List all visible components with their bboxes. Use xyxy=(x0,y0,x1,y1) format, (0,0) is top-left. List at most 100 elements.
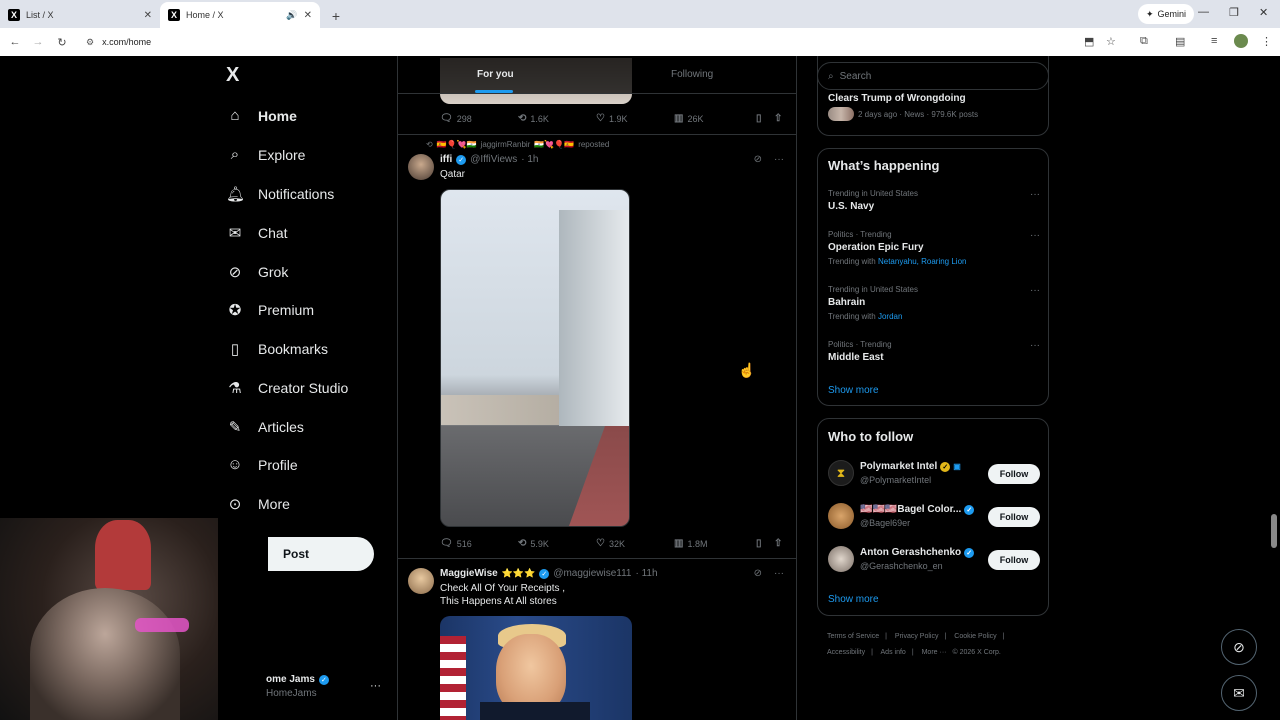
page-scrollbar[interactable] xyxy=(1271,514,1277,548)
like-button[interactable]: ♡ 32K xyxy=(596,538,625,549)
nav-explore[interactable]: ⌕ Explore xyxy=(226,146,306,163)
follow-suggestion[interactable]: Anton Gerashchenko ✓ @Gerashchenko_en Fol… xyxy=(828,546,1040,574)
star-icon[interactable]: ☆ xyxy=(1106,35,1116,48)
media-icon[interactable]: ≡ xyxy=(1211,35,1217,47)
reply-button[interactable]: 🗨︎ 298 xyxy=(440,113,472,124)
follow-button[interactable]: Follow xyxy=(988,550,1040,570)
back-icon[interactable]: ← xyxy=(3,36,27,48)
webcam-decoration xyxy=(95,520,151,590)
sidepanel-icon[interactable]: ▤ xyxy=(1175,35,1185,48)
minimize-icon[interactable]: — xyxy=(1198,6,1209,18)
tab-list[interactable]: X List / X ✕ xyxy=(0,2,160,28)
more-icon[interactable]: ··· xyxy=(774,154,784,165)
nav-bookmarks[interactable]: ▯ Bookmarks xyxy=(226,340,328,358)
tweet-author-handle[interactable]: @IffiViews xyxy=(470,154,517,165)
url-field[interactable]: ⚙ x.com/home xyxy=(86,32,1086,52)
follow-button[interactable]: Follow xyxy=(988,464,1040,484)
news-card[interactable]: Clears Trump of Wrongdoing 2 days ago · … xyxy=(817,56,1049,136)
reply-button[interactable]: 🗨︎ 516 xyxy=(440,538,472,549)
tab-home[interactable]: X Home / X 🔊 ✕ xyxy=(160,2,320,28)
tab-close-icon[interactable]: ✕ xyxy=(144,10,152,21)
webcam-glasses xyxy=(135,618,189,632)
follow-suggestion[interactable]: ⧗ Polymarket Intel ✓ ▣ @PolymarketIntel Fo… xyxy=(828,460,1040,488)
nav-creator-studio[interactable]: ⚗ Creator Studio xyxy=(226,379,348,397)
footer-privacy[interactable]: Privacy Policy xyxy=(895,633,939,640)
show-more-link[interactable]: Show more xyxy=(828,385,879,396)
more-icon[interactable]: ··· xyxy=(774,568,784,579)
tweet-text: Check All Of Your Receipts , This Happen… xyxy=(440,582,565,608)
trend-name: U.S. Navy xyxy=(828,201,875,212)
extensions-icon[interactable]: ⧉ xyxy=(1140,35,1148,48)
site-info-icon[interactable]: ⚙ xyxy=(86,37,94,48)
forward-icon[interactable]: → xyxy=(26,36,50,48)
tweet-author-name[interactable]: iffi xyxy=(440,154,452,165)
restore-icon[interactable]: ❐ xyxy=(1229,6,1239,19)
new-tab-button[interactable]: + xyxy=(324,4,348,28)
repost-button[interactable]: ⟲ 1.6K xyxy=(518,113,549,124)
trend-item[interactable]: Trending in United States Bahrain Trendi… xyxy=(828,285,1040,321)
tab-for-you[interactable]: For you xyxy=(477,69,514,80)
tweet-time[interactable]: · 1h xyxy=(521,154,538,165)
share-button[interactable]: ⇧ xyxy=(774,538,782,549)
trend-item[interactable]: Politics · Trending Middle East ··· xyxy=(828,340,1040,363)
follow-button[interactable]: Follow xyxy=(988,507,1040,527)
footer-cookie[interactable]: Cookie Policy xyxy=(954,633,996,640)
grok-float-button[interactable]: ⊘ xyxy=(1221,629,1257,665)
tweet-time[interactable]: · 11h xyxy=(635,568,657,579)
tweet-avatar[interactable] xyxy=(408,154,434,180)
nav-profile[interactable]: ☺ Profile xyxy=(226,456,297,473)
gemini-button[interactable]: ✦ Gemini xyxy=(1137,4,1194,24)
trend-more-icon[interactable]: ··· xyxy=(1030,230,1040,241)
trend-item[interactable]: Trending in United States U.S. Navy ··· xyxy=(828,189,1040,212)
nav-grok[interactable]: ⊘ Grok xyxy=(226,263,289,281)
account-more-icon[interactable]: ··· xyxy=(370,680,381,692)
tweet-video[interactable] xyxy=(440,189,630,527)
reload-icon[interactable]: ↻ xyxy=(50,36,74,49)
account-switcher[interactable]: ome Jams ✓ HomeJams xyxy=(266,674,329,699)
share-button[interactable]: ⇧ xyxy=(774,113,782,124)
trend-with-links[interactable]: Netanyahu, Roaring Lion xyxy=(878,257,967,266)
menu-dots-icon[interactable]: ⋮ xyxy=(1261,35,1272,48)
views-button[interactable]: ▥ 26K xyxy=(674,113,703,124)
trend-more-icon[interactable]: ··· xyxy=(1030,285,1040,296)
trend-with-links[interactable]: Jordan xyxy=(878,312,902,321)
x-logo-icon[interactable]: X xyxy=(226,64,239,87)
bookmark-button[interactable]: ▯ xyxy=(756,538,762,549)
like-button[interactable]: ♡ 1.9K xyxy=(596,113,627,124)
trend-more-icon[interactable]: ··· xyxy=(1030,340,1040,351)
nav-notifications[interactable]: 🔔︎ Notifications xyxy=(226,185,334,203)
install-icon[interactable]: ⬒ xyxy=(1084,35,1094,48)
tweet-author-handle[interactable]: @maggiewise111 xyxy=(553,568,631,579)
tweet-avatar[interactable] xyxy=(408,568,434,594)
nav-premium[interactable]: ✪ Premium xyxy=(226,301,314,319)
footer-terms[interactable]: Terms of Service xyxy=(827,633,879,640)
grok-icon[interactable]: ⊘ xyxy=(754,568,762,579)
nav-home[interactable]: ⌂ Home xyxy=(226,107,296,124)
account-name: ome Jams xyxy=(266,674,315,685)
footer-more[interactable]: More ··· xyxy=(922,649,947,656)
nav-chat[interactable]: ✉ Chat xyxy=(226,224,288,242)
post-button[interactable]: Post xyxy=(268,537,374,571)
bookmark-button[interactable]: ▯ xyxy=(756,113,762,124)
show-more-link[interactable]: Show more xyxy=(828,594,879,605)
nav-more[interactable]: ⊙ More xyxy=(226,495,290,513)
speaker-icon[interactable]: 🔊 xyxy=(286,10,297,21)
tab-close-icon[interactable]: ✕ xyxy=(304,10,312,21)
nav-articles[interactable]: ✎ Articles xyxy=(226,418,304,436)
close-window-icon[interactable]: ✕ xyxy=(1259,6,1268,19)
trend-item[interactable]: Politics · Trending Operation Epic Fury … xyxy=(828,230,1040,266)
repost-indicator[interactable]: ⟲ 🇪🇸🎈💘🇮🇳 jaggirmRanbir 🇮🇳💘🎈🇪🇸 reposted xyxy=(426,140,609,149)
footer-accessibility[interactable]: Accessibility xyxy=(827,649,865,656)
tweet-author-name[interactable]: MaggieWise xyxy=(440,568,498,579)
trend-more-icon[interactable]: ··· xyxy=(1030,189,1040,200)
repost-button[interactable]: ⟲ 5.9K xyxy=(518,538,549,549)
tweet-image[interactable] xyxy=(440,616,632,720)
nav-label: Grok xyxy=(258,264,289,280)
grok-icon[interactable]: ⊘ xyxy=(754,154,762,165)
tab-following[interactable]: Following xyxy=(671,69,713,80)
messages-float-button[interactable]: ✉ xyxy=(1221,675,1257,711)
follow-suggestion[interactable]: 🇺🇸🇺🇸🇺🇸Bagel Color... ✓ @Bagel69er Follow xyxy=(828,503,1040,531)
profile-avatar[interactable] xyxy=(1234,34,1248,48)
views-button[interactable]: ▥ 1.8M xyxy=(674,538,707,549)
footer-ads-info[interactable]: Ads info xyxy=(881,649,906,656)
